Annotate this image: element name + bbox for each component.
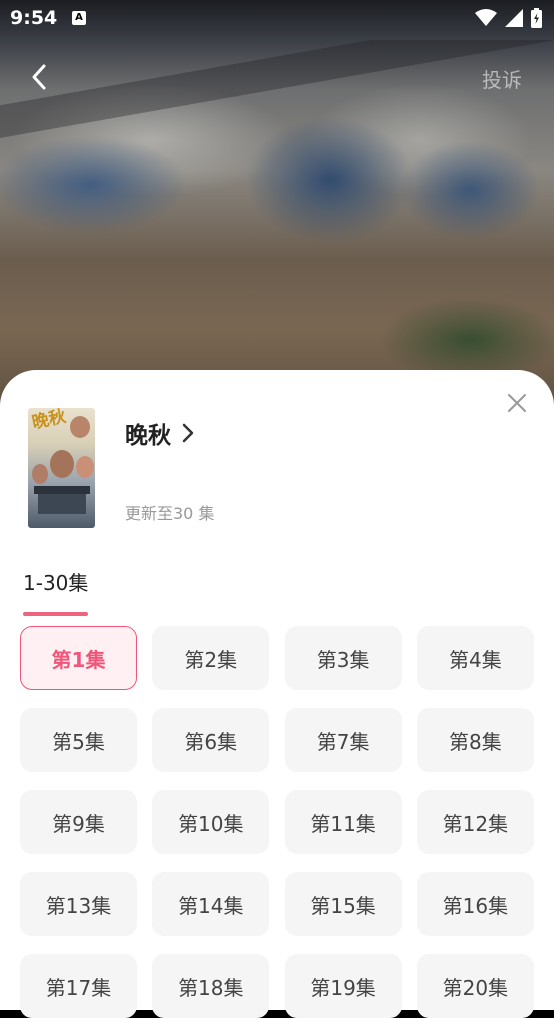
chevron-left-icon xyxy=(32,64,46,90)
close-icon xyxy=(508,394,526,412)
episode-button[interactable]: 第11集 xyxy=(284,790,402,854)
back-button[interactable] xyxy=(26,62,54,92)
episode-button[interactable]: 第1集 xyxy=(20,626,137,690)
cellular-signal-icon xyxy=(505,9,523,27)
episode-button[interactable]: 第19集 xyxy=(284,954,402,1018)
episode-button[interactable]: 第10集 xyxy=(152,790,270,854)
episode-button[interactable]: 第18集 xyxy=(152,954,270,1018)
episode-button[interactable]: 第5集 xyxy=(20,708,137,772)
episode-button[interactable]: 第16集 xyxy=(416,872,534,936)
poster-figure xyxy=(50,450,74,478)
episode-button[interactable]: 第17集 xyxy=(20,954,137,1018)
episode-button[interactable]: 第2集 xyxy=(152,626,270,690)
episode-button[interactable]: 第3集 xyxy=(284,626,402,690)
episode-button[interactable]: 第14集 xyxy=(152,872,270,936)
tab-active-indicator xyxy=(23,612,88,616)
episode-button[interactable]: 第15集 xyxy=(284,872,402,936)
episode-button[interactable]: 第7集 xyxy=(284,708,402,772)
chevron-right-icon xyxy=(182,423,194,443)
report-button[interactable]: 投诉 xyxy=(482,64,522,93)
status-time: 9:54 xyxy=(10,7,58,29)
update-status: 更新至30 集 xyxy=(125,504,215,523)
battery-charging-icon xyxy=(531,8,542,28)
poster-house xyxy=(38,492,86,514)
episode-button[interactable]: 第4集 xyxy=(416,626,534,690)
episode-button[interactable]: 第13集 xyxy=(20,872,137,936)
poster-title-art: 晚秋 xyxy=(30,408,68,434)
episode-button[interactable]: 第8集 xyxy=(416,708,534,772)
notification-app-icon: A xyxy=(72,11,86,25)
poster-figure xyxy=(76,456,94,478)
episode-button[interactable]: 第20集 xyxy=(416,954,534,1018)
drama-title-link[interactable]: 晚秋 xyxy=(125,416,195,450)
drama-title: 晚秋 xyxy=(125,423,171,449)
episode-button[interactable]: 第12集 xyxy=(416,790,534,854)
episode-button[interactable]: 第6集 xyxy=(152,708,270,772)
status-icons xyxy=(475,8,542,28)
close-button[interactable] xyxy=(506,392,528,414)
status-bar: 9:54 A xyxy=(0,0,554,38)
episode-button[interactable]: 第9集 xyxy=(20,790,137,854)
episode-selector-sheet: 晚秋 晚秋 更新至30 集 1-30集 第1集 第2集 第3集 第4集第5集 第6集 第7… xyxy=(0,370,554,1018)
wifi-icon xyxy=(475,9,497,26)
poster-figure xyxy=(32,464,48,484)
top-nav: 投诉 xyxy=(0,50,554,105)
poster-roof xyxy=(34,486,90,494)
tab-episode-range[interactable]: 1-30集 xyxy=(23,567,88,596)
drama-poster[interactable]: 晚秋 xyxy=(28,408,95,528)
episode-grid: 第1集 第2集 第3集 第4集 第5集 第6集 第7集 第8集 第9集 第10集 第11集 第12集第… xyxy=(20,626,534,1018)
poster-figure xyxy=(70,416,90,438)
